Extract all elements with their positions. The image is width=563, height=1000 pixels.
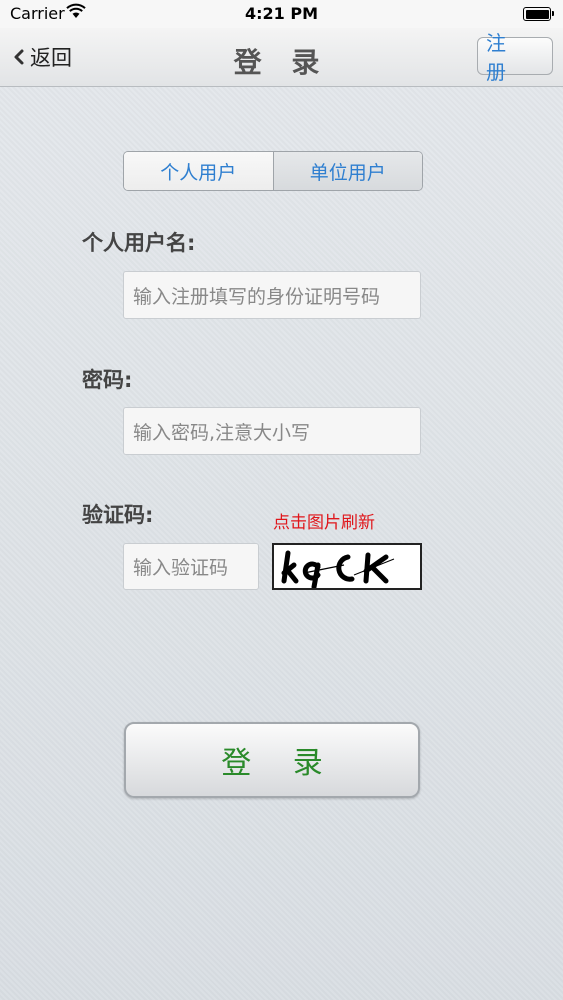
clock: 4:21 PM [244,4,318,23]
battery-icon [523,7,554,21]
tab-personal-user[interactable]: 个人用户 [124,152,274,190]
status-bar: Carrier 4:21 PM [0,0,563,28]
captcha-input[interactable]: 输入验证码 [123,543,259,590]
login-screen: Carrier 4:21 PM 返回 登 录 注 册 个人用户 单位用户 个人用… [0,0,563,1000]
captcha-glyphs [281,550,395,590]
refresh-hint: 点击图片刷新 [273,513,375,533]
user-type-segmented-control: 个人用户 单位用户 [123,151,423,191]
captcha-label: 验证码: [82,503,154,527]
register-button[interactable]: 注 册 [477,31,553,84]
navigation-bar: 返回 登 录 注 册 [0,28,563,87]
password-input[interactable]: 输入密码,注意大小写 [123,407,421,455]
username-input[interactable]: 输入注册填写的身份证明号码 [123,271,421,319]
login-button[interactable]: 登 录 [124,722,420,798]
password-label: 密码: [82,368,133,392]
captcha-image[interactable] [272,543,422,590]
tab-organization-user[interactable]: 单位用户 [273,152,422,190]
username-label: 个人用户名: [82,231,196,255]
